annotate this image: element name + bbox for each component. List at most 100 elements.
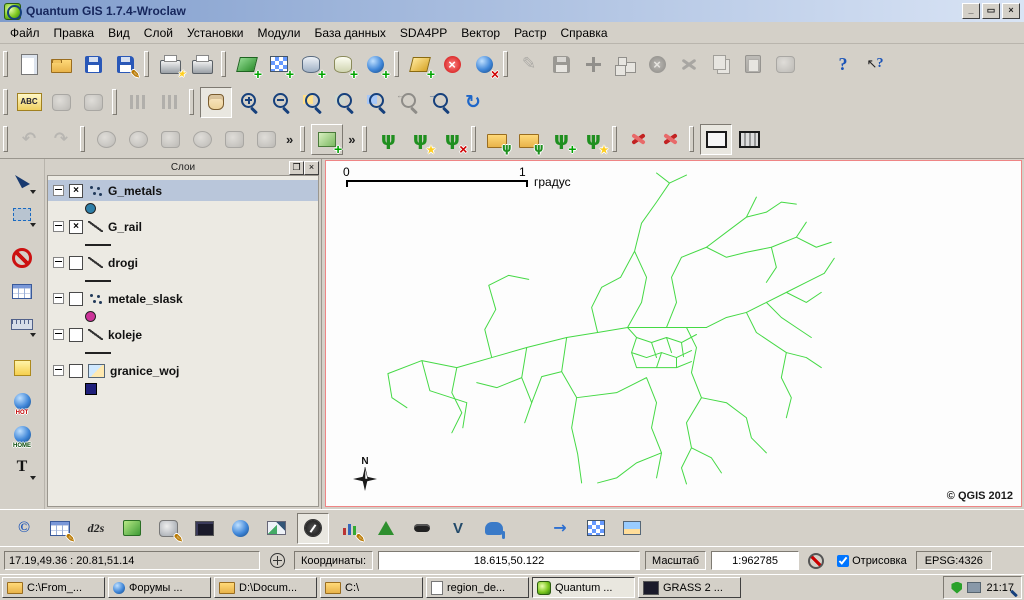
expander-icon[interactable] bbox=[53, 365, 64, 376]
zoom-full-icon[interactable] bbox=[298, 88, 328, 117]
map-tips-icon[interactable] bbox=[7, 354, 37, 382]
toolbar-grip[interactable] bbox=[612, 126, 617, 152]
save-project-as-icon[interactable] bbox=[110, 50, 140, 79]
layer-row-koleje[interactable]: koleje bbox=[48, 324, 318, 345]
layer-row-g-rail[interactable]: × G_rail bbox=[48, 216, 318, 237]
save-project-icon[interactable] bbox=[78, 50, 108, 79]
toolbar-grip[interactable] bbox=[471, 126, 476, 152]
toolbar-grip[interactable] bbox=[3, 89, 8, 115]
globe-home-icon[interactable]: HOME bbox=[7, 420, 37, 448]
copy-features-icon[interactable] bbox=[706, 50, 736, 79]
map-plugin-icon[interactable] bbox=[311, 124, 343, 155]
taskbar-button-2[interactable]: Форумы ... bbox=[108, 577, 211, 598]
save-edits-icon[interactable] bbox=[546, 50, 576, 79]
table-manager-icon[interactable] bbox=[45, 514, 75, 543]
network-tray-icon[interactable] bbox=[967, 582, 981, 593]
deselect-features-icon[interactable] bbox=[7, 244, 37, 272]
minimize-button[interactable]: _ bbox=[962, 3, 980, 19]
render-checkbox[interactable] bbox=[837, 555, 849, 567]
zoom-to-layer-icon[interactable] bbox=[330, 88, 360, 117]
add-raster-layer-icon[interactable] bbox=[264, 50, 294, 79]
labeling-icon[interactable]: ABC bbox=[14, 88, 44, 117]
select-features-icon[interactable] bbox=[7, 200, 37, 228]
delete-part-icon[interactable] bbox=[219, 125, 249, 154]
layer-checkbox[interactable] bbox=[69, 328, 83, 342]
toolbar-overflow-chevron[interactable]: » bbox=[282, 132, 297, 147]
layer-row-metale-slask[interactable]: metale_slask bbox=[48, 288, 318, 309]
new-project-icon[interactable] bbox=[14, 50, 44, 79]
simplify-feature-icon[interactable] bbox=[91, 125, 121, 154]
menu-database[interactable]: База данных bbox=[307, 24, 392, 42]
copyright-plugin-icon[interactable]: © bbox=[9, 514, 39, 543]
new-shapefile-icon[interactable] bbox=[405, 50, 435, 79]
layer-checkbox[interactable]: × bbox=[69, 184, 83, 198]
layer-checkbox[interactable] bbox=[69, 364, 83, 378]
grass-edit-vector-icon[interactable] bbox=[623, 125, 653, 154]
taskbar-button-5[interactable]: region_de... bbox=[426, 577, 529, 598]
toolbar-grip[interactable] bbox=[3, 126, 8, 152]
zoom-next-icon[interactable]: → bbox=[426, 88, 456, 117]
crs-status[interactable]: EPSG:4326 bbox=[916, 551, 992, 570]
toolbar-grip[interactable] bbox=[300, 126, 305, 152]
paste-features-icon[interactable] bbox=[738, 50, 768, 79]
taskbar-button-grass[interactable]: GRASS 2 ... bbox=[638, 577, 741, 598]
coordinates-input[interactable] bbox=[378, 551, 640, 570]
add-postgis-layer-icon[interactable] bbox=[296, 50, 326, 79]
toolbar-grip[interactable] bbox=[112, 89, 117, 115]
layers-panel-header[interactable]: Слои ❐ × bbox=[45, 159, 321, 175]
expander-icon[interactable] bbox=[53, 185, 64, 196]
toggle-editing-icon[interactable] bbox=[514, 50, 544, 79]
layer-row-g-metals[interactable]: × G_metals bbox=[48, 180, 318, 201]
panel-float-button[interactable]: ❐ bbox=[289, 161, 304, 175]
globe-hot-icon[interactable]: HOT bbox=[7, 387, 37, 415]
mouse-position-toggle-icon[interactable] bbox=[265, 550, 289, 571]
scale-input[interactable] bbox=[711, 551, 799, 570]
grass-display-region-icon[interactable] bbox=[700, 124, 732, 155]
add-part-icon[interactable] bbox=[155, 125, 185, 154]
add-ring-icon[interactable] bbox=[123, 125, 153, 154]
grass-close-mapset-icon[interactable] bbox=[437, 125, 467, 154]
map-canvas[interactable]: 0 1 градус N © QGIS 2012 bbox=[325, 160, 1022, 507]
kml-tools-icon[interactable] bbox=[545, 514, 575, 543]
zoom-to-selection-icon[interactable] bbox=[362, 88, 392, 117]
image-export-icon[interactable] bbox=[617, 514, 647, 543]
help-contents-icon[interactable] bbox=[828, 50, 858, 79]
open-attribute-table-icon[interactable] bbox=[7, 277, 37, 305]
layer-row-granice-woj[interactable]: granice_woj bbox=[48, 360, 318, 381]
grass-new-vector-icon[interactable] bbox=[578, 125, 608, 154]
whats-this-icon[interactable] bbox=[860, 50, 890, 79]
maximize-button[interactable]: ▭ bbox=[982, 3, 1000, 19]
quick-export-icon[interactable] bbox=[117, 514, 147, 543]
taskbar-button-3[interactable]: D:\Docum... bbox=[214, 577, 317, 598]
python-console-icon[interactable] bbox=[189, 514, 219, 543]
node-tool-icon[interactable] bbox=[610, 50, 640, 79]
reshape-features-icon[interactable] bbox=[251, 125, 281, 154]
taskbar-button-qgis[interactable]: Quantum ... bbox=[532, 577, 635, 598]
azimuth-tool-icon[interactable] bbox=[297, 513, 329, 544]
taskbar-button-4[interactable]: C:\ bbox=[320, 577, 423, 598]
delete-selected-icon[interactable] bbox=[642, 50, 672, 79]
grass-open-tools-icon[interactable] bbox=[546, 125, 576, 154]
move-feature-icon[interactable] bbox=[578, 50, 608, 79]
label-properties-icon[interactable] bbox=[78, 88, 108, 117]
expander-icon[interactable] bbox=[53, 257, 64, 268]
toolbar-grip[interactable] bbox=[221, 51, 226, 77]
zoom-last-icon[interactable]: ← bbox=[394, 88, 424, 117]
topology-checker-icon[interactable] bbox=[443, 514, 473, 543]
toolbar-grip[interactable] bbox=[362, 126, 367, 152]
menu-sda4pp[interactable]: SDA4PP bbox=[393, 24, 454, 42]
zoom-in-icon[interactable] bbox=[234, 88, 264, 117]
menu-help[interactable]: Справка bbox=[554, 24, 615, 42]
grass-add-vector-icon[interactable] bbox=[482, 125, 512, 154]
expander-icon[interactable] bbox=[53, 293, 64, 304]
new-composer-icon[interactable] bbox=[155, 50, 185, 79]
open-project-icon[interactable] bbox=[46, 50, 76, 79]
imagemap-icon[interactable] bbox=[407, 514, 437, 543]
grass-new-mapset-icon[interactable] bbox=[405, 125, 435, 154]
composer-manager-icon[interactable] bbox=[187, 50, 217, 79]
layer-label[interactable]: metale_slask bbox=[108, 292, 183, 306]
layer-checkbox[interactable] bbox=[69, 292, 83, 306]
dxf2shp-icon[interactable]: d2s bbox=[81, 514, 111, 543]
panel-close-button[interactable]: × bbox=[304, 161, 319, 175]
diagram-icon[interactable] bbox=[123, 88, 153, 117]
